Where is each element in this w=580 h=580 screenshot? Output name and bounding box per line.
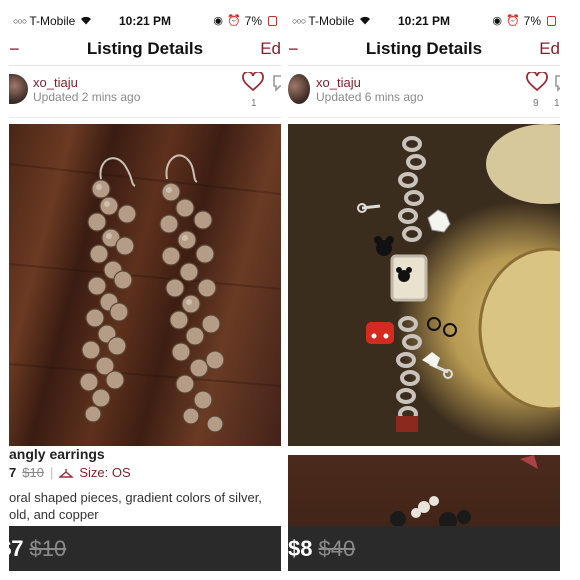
heart-icon[interactable] (526, 72, 550, 94)
listing-photo-watch[interactable] (288, 124, 560, 446)
price-row: 7 $10 | Size: OS (9, 465, 131, 480)
comment-count: 18 (554, 98, 560, 109)
like-count: 1 (251, 98, 257, 109)
item-title: angly earrings (9, 446, 105, 462)
heart-icon[interactable] (242, 72, 266, 94)
avatar[interactable] (9, 74, 28, 104)
seller-row: xo_tiaju Updated 6 mins ago 9 18 (288, 66, 560, 118)
seller-username[interactable]: xo_tiaju (316, 75, 361, 90)
bar-price-original: $10 (29, 535, 67, 561)
seller-username[interactable]: xo_tiaju (33, 75, 78, 90)
carrier-label: T-Mobile (308, 13, 355, 28)
comment-icon[interactable] (554, 74, 560, 92)
price-original: $10 (22, 465, 44, 480)
battery-percent: 7% (244, 13, 262, 28)
avatar[interactable] (288, 74, 310, 104)
alarm-icon: ⏰ (505, 15, 520, 27)
signal-dots-icon: ○○○ (292, 15, 306, 26)
page-title: Listing Details (86, 38, 204, 58)
item-description: oral shaped pieces, gradient colors of s… (9, 490, 262, 522)
carrier-label: T-Mobile (29, 13, 76, 28)
listing-panel-earrings: ○○○ T-Mobile 10:21 PM ◉ ⏰ 7% − Listing D… (9, 9, 281, 571)
back-arrow-icon[interactable]: − (9, 32, 25, 66)
like-count: 9 (533, 98, 539, 109)
price-current: 7 (9, 465, 17, 480)
updated-time: Updated 6 mins ago (316, 90, 424, 104)
status-bar: ○○○ T-Mobile 10:21 PM ◉ ⏰ 7% (288, 9, 560, 32)
wifi-icon (80, 16, 92, 25)
battery-percent: 7% (523, 13, 541, 28)
edit-button[interactable]: Ed (260, 39, 281, 59)
watch-illustration (357, 124, 560, 432)
back-arrow-icon[interactable]: − (288, 32, 304, 66)
wifi-icon (359, 16, 371, 25)
hanger-icon (59, 467, 74, 479)
battery-icon (268, 15, 277, 26)
bar-price-original: $40 (318, 535, 356, 561)
earrings-illustration (9, 154, 281, 433)
size-label: Size: OS (79, 465, 131, 480)
bar-price-current: $7 (9, 535, 24, 561)
price-bar: $7 $10 (9, 526, 281, 571)
signal-dots-icon: ○○○ (13, 15, 27, 26)
nav-bar: − Listing Details Ed (288, 32, 560, 66)
listing-panel-watch: ○○○ T-Mobile 10:21 PM ◉ ⏰ 7% − Listing D… (288, 9, 560, 571)
page-title: Listing Details (365, 38, 483, 58)
listing-photo-earrings[interactable] (9, 124, 281, 446)
battery-icon (547, 15, 556, 26)
divider: | (49, 465, 54, 480)
nav-bar: − Listing Details Ed (9, 32, 281, 66)
updated-time: Updated 2 mins ago (33, 90, 141, 104)
screenshot-collage: ○○○ T-Mobile 10:21 PM ◉ ⏰ 7% − Listing D… (0, 0, 580, 580)
seller-row: xo_tiaju Updated 2 mins ago 1 (9, 66, 281, 118)
edit-button[interactable]: Ed (539, 39, 560, 59)
status-bar: ○○○ T-Mobile 10:21 PM ◉ ⏰ 7% (9, 9, 281, 32)
lock-rotation-icon: ◉ (213, 15, 223, 27)
bar-price-current: $8 (288, 535, 313, 561)
lock-rotation-icon: ◉ (492, 15, 502, 27)
price-bar: $8 $40 (288, 526, 560, 571)
alarm-icon: ⏰ (226, 15, 241, 27)
comment-icon[interactable] (272, 74, 281, 92)
